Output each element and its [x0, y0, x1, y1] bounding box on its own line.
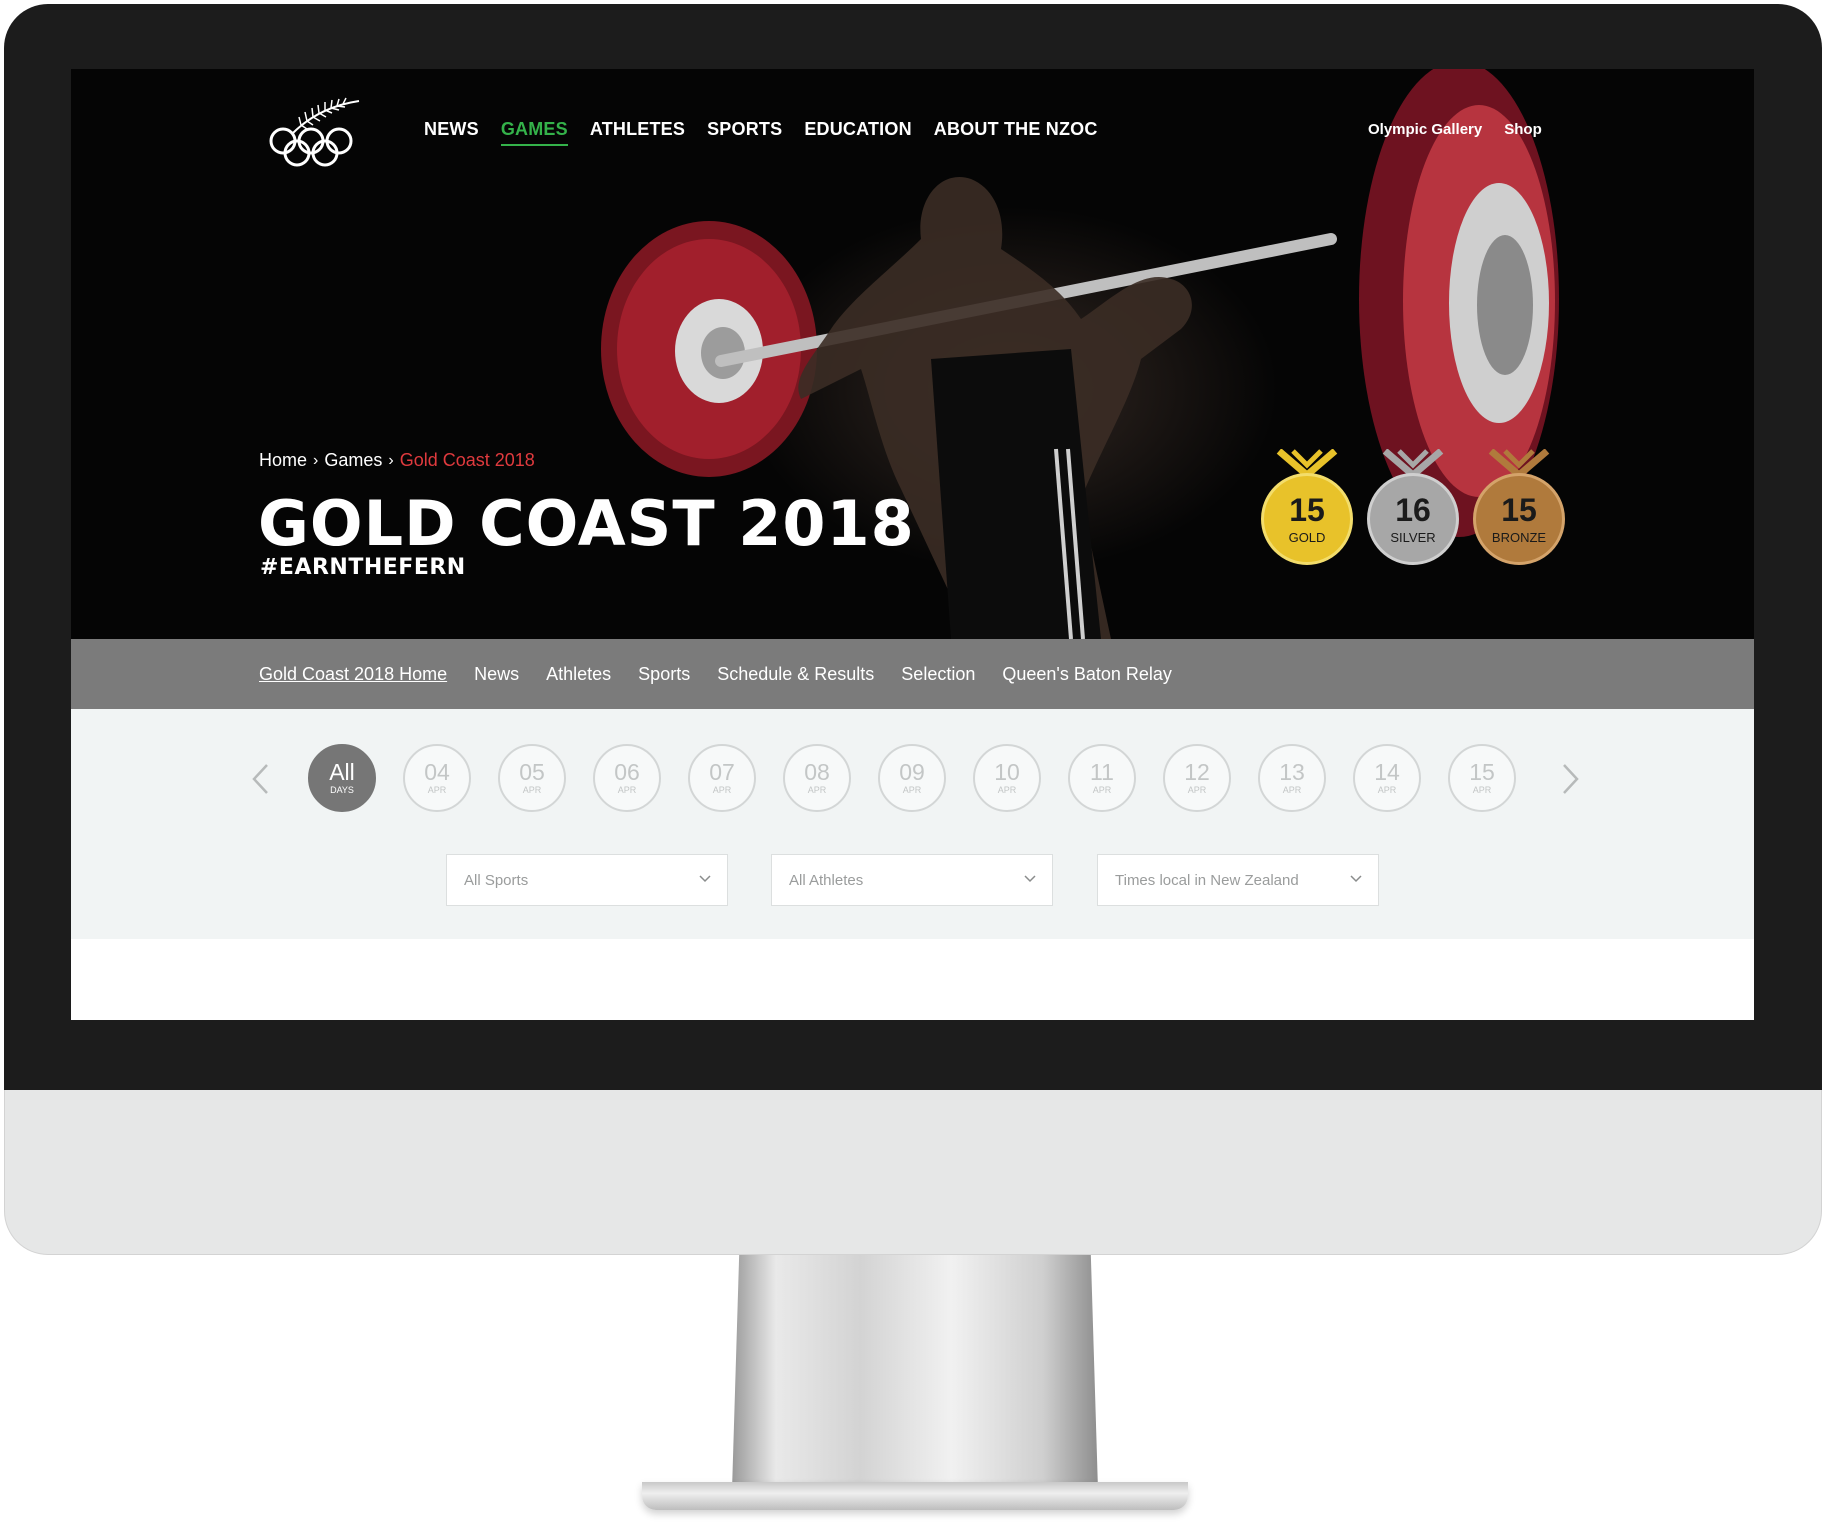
medal-gold-count: 15 — [1289, 491, 1325, 528]
imac-stand-neck — [732, 1250, 1098, 1490]
medal-silver-label: SILVER — [1390, 529, 1436, 545]
day-number: 07 — [709, 759, 735, 785]
athletes-dropdown[interactable]: All Athletes — [771, 854, 1053, 906]
chevron-right-icon[interactable] — [1560, 762, 1582, 796]
nav-news[interactable]: NEWS — [424, 119, 479, 146]
imac-screen: NEWS GAMES ATHLETES SPORTS EDUCATION ABO… — [71, 69, 1754, 1020]
schedule-filters: All DAYS 04 APR 05 APR 06 APR 07 APR 08 … — [71, 709, 1754, 939]
day-number: 13 — [1279, 759, 1305, 785]
day-month: APR — [1472, 785, 1492, 795]
breadcrumb: Home › Games › Gold Coast 2018 — [259, 450, 535, 471]
day-month: APR — [1092, 785, 1112, 795]
medal-bronze-label: BRONZE — [1491, 529, 1547, 545]
day-11[interactable]: 11 APR — [1068, 744, 1136, 812]
page-title: GOLD COAST 2018 — [258, 487, 915, 560]
medal-silver-disc: 16 SILVER — [1367, 473, 1459, 565]
day-month: APR — [1377, 785, 1397, 795]
day-selector: All DAYS 04 APR 05 APR 06 APR 07 APR 08 … — [71, 744, 1754, 814]
day-number: 15 — [1469, 759, 1495, 785]
page-hashtag: #EARNTHEFERN — [260, 555, 466, 580]
medal-silver: 16 SILVER — [1367, 449, 1459, 565]
games-sub-nav: Gold Coast 2018 Home News Athletes Sport… — [71, 639, 1754, 709]
breadcrumb-games[interactable]: Games — [324, 450, 382, 471]
day-number: 05 — [519, 759, 545, 785]
day-14[interactable]: 14 APR — [1353, 744, 1421, 812]
day-07[interactable]: 07 APR — [688, 744, 756, 812]
day-month: APR — [807, 785, 827, 795]
day-15[interactable]: 15 APR — [1448, 744, 1516, 812]
imac-stand-base — [642, 1482, 1188, 1510]
sports-dropdown[interactable]: All Sports — [446, 854, 728, 906]
medal-gold-label: GOLD — [1288, 529, 1326, 545]
day-number: 09 — [899, 759, 925, 785]
day-04[interactable]: 04 APR — [403, 744, 471, 812]
day-month: APR — [997, 785, 1017, 795]
nav-about-nzoc[interactable]: ABOUT THE NZOC — [934, 119, 1098, 146]
breadcrumb-separator: › — [313, 451, 319, 469]
day-number: 12 — [1184, 759, 1210, 785]
nav-olympic-gallery[interactable]: Olympic Gallery — [1368, 121, 1482, 138]
subnav-sports[interactable]: Sports — [638, 664, 690, 685]
subnav-selection[interactable]: Selection — [901, 664, 975, 685]
fern-olympic-rings-logo[interactable] — [267, 97, 363, 169]
day-month: APR — [1282, 785, 1302, 795]
sports-dropdown-value: All Sports — [464, 871, 529, 889]
subnav-athletes[interactable]: Athletes — [546, 664, 611, 685]
subnav-schedule-results[interactable]: Schedule & Results — [717, 664, 874, 685]
day-05[interactable]: 05 APR — [498, 744, 566, 812]
subnav-gold-coast-home[interactable]: Gold Coast 2018 Home — [259, 664, 447, 685]
nav-games[interactable]: GAMES — [500, 119, 568, 146]
day-13[interactable]: 13 APR — [1258, 744, 1326, 812]
chevron-left-icon[interactable] — [249, 762, 271, 796]
medal-bronze-count: 15 — [1501, 491, 1537, 528]
day-09[interactable]: 09 APR — [878, 744, 946, 812]
day-number: 10 — [994, 759, 1020, 785]
day-month: APR — [617, 785, 637, 795]
breadcrumb-current: Gold Coast 2018 — [399, 450, 535, 470]
nav-athletes[interactable]: ATHLETES — [590, 119, 685, 146]
day-month: APR — [902, 785, 922, 795]
nav-education[interactable]: EDUCATION — [804, 119, 911, 146]
breadcrumb-home[interactable]: Home — [259, 450, 307, 471]
medal-silver-count: 16 — [1395, 491, 1431, 528]
medal-gold: 15 GOLD — [1261, 449, 1353, 565]
medal-bronze: 15 BRONZE — [1473, 449, 1565, 565]
nav-sports[interactable]: SPORTS — [707, 119, 782, 146]
day-all-label: All — [329, 759, 355, 785]
day-number: 04 — [424, 759, 450, 785]
timezone-dropdown-value: Times local in New Zealand — [1115, 871, 1299, 889]
day-all[interactable]: All DAYS — [308, 744, 376, 812]
day-08[interactable]: 08 APR — [783, 744, 851, 812]
day-number: 14 — [1374, 759, 1400, 785]
imac-stand — [642, 1250, 1188, 1520]
chevron-down-icon — [1350, 875, 1362, 883]
day-all-sub: DAYS — [330, 785, 354, 795]
day-06[interactable]: 06 APR — [593, 744, 661, 812]
subnav-queens-baton-relay[interactable]: Queen's Baton Relay — [1002, 664, 1172, 685]
day-month: APR — [1187, 785, 1207, 795]
utility-nav: Olympic Gallery Shop — [1368, 121, 1564, 138]
subnav-news[interactable]: News — [474, 664, 519, 685]
day-number: 08 — [804, 759, 830, 785]
main-nav: NEWS GAMES ATHLETES SPORTS EDUCATION ABO… — [424, 119, 1120, 146]
day-month: APR — [522, 785, 542, 795]
day-month: APR — [427, 785, 447, 795]
chevron-down-icon — [1024, 875, 1036, 883]
athletes-dropdown-value: All Athletes — [789, 871, 864, 889]
day-number: 11 — [1090, 759, 1114, 785]
day-month: APR — [712, 785, 732, 795]
day-12[interactable]: 12 APR — [1163, 744, 1231, 812]
day-number: 06 — [614, 759, 640, 785]
day-10[interactable]: 10 APR — [973, 744, 1041, 812]
timezone-dropdown[interactable]: Times local in New Zealand — [1097, 854, 1379, 906]
nav-shop[interactable]: Shop — [1504, 121, 1542, 138]
hero-banner: NEWS GAMES ATHLETES SPORTS EDUCATION ABO… — [71, 69, 1754, 639]
medal-bronze-disc: 15 BRONZE — [1473, 473, 1565, 565]
chevron-down-icon — [699, 875, 711, 883]
medal-gold-disc: 15 GOLD — [1261, 473, 1353, 565]
breadcrumb-separator: › — [388, 451, 394, 469]
